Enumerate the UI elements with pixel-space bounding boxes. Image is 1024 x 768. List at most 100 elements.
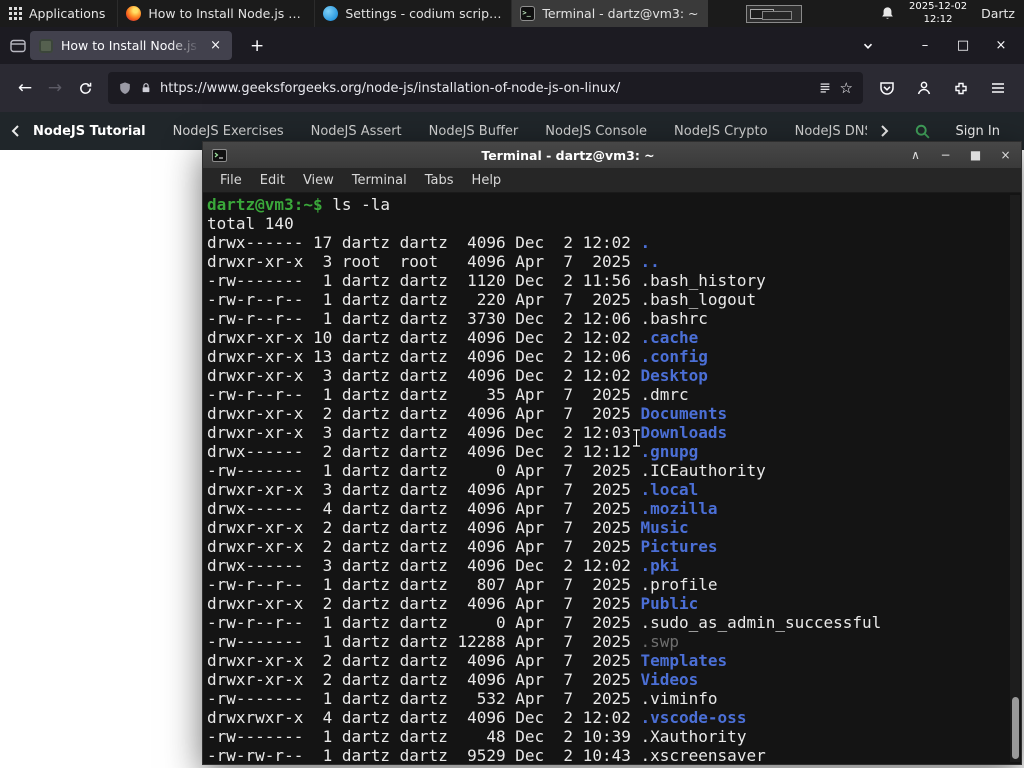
list-all-tabs-icon[interactable] [862, 40, 874, 52]
back-button[interactable]: ← [10, 78, 40, 98]
terminal-line: total 140 [207, 214, 294, 233]
panel-right: 2025-12-02 12:12 Dartz [880, 1, 1024, 26]
browser-maximize-button[interactable]: □ [956, 38, 970, 53]
gfg-nav-items: NodeJS Tutorial NodeJS Exercises NodeJS As… [33, 124, 867, 139]
tracking-shield-icon[interactable] [118, 81, 132, 96]
bookmark-star-icon[interactable]: ☆ [840, 79, 853, 97]
terminal-line: -rw------- 1 dartz dartz 0 Apr 7 2025 .I… [207, 461, 766, 480]
gfg-nav-item[interactable]: NodeJS Assert [311, 124, 402, 139]
menu-hamburger-icon[interactable] [990, 80, 1006, 96]
terminal-rollup-button[interactable]: ∧ [909, 148, 922, 162]
terminal-line: -rw-r--r-- 1 dartz dartz 807 Apr 7 2025 … [207, 575, 718, 594]
gfg-nav-item[interactable]: NodeJS Buffer [429, 124, 519, 139]
terminal-line: drwxr-xr-x 10 dartz dartz 4096 Dec 2 12:… [207, 328, 699, 347]
terminal-close-button[interactable]: × [999, 148, 1012, 162]
terminal-line: -rw------- 1 dartz dartz 1120 Dec 2 11:5… [207, 271, 766, 290]
terminal-menu-view[interactable]: View [294, 173, 343, 188]
clock-time: 12:12 [923, 13, 953, 25]
nav-scroll-left-icon[interactable] [10, 124, 21, 138]
terminal-menubar: File Edit View Terminal Tabs Help [203, 168, 1021, 193]
terminal-titlebar[interactable]: Terminal - dartz@vm3: ~ ∧ − ■ × [203, 142, 1021, 168]
browser-minimize-button[interactable]: – [918, 38, 932, 53]
taskbar-button-label: Terminal - dartz@vm3: ~ [542, 6, 699, 21]
reader-view-icon[interactable] [818, 81, 832, 95]
terminal-window: Terminal - dartz@vm3: ~ ∧ − ■ × File Edit… [202, 141, 1022, 765]
gfg-nav-item[interactable]: NodeJS Exercises [173, 124, 284, 139]
terminal-line: drwxr-xr-x 3 dartz dartz 4096 Apr 7 2025… [207, 480, 699, 499]
terminal-title-icon [212, 148, 227, 162]
terminal-line: drwxr-xr-x 3 root root 4096 Apr 7 2025 .… [207, 252, 660, 271]
terminal-line: drwx------ 3 dartz dartz 4096 Dec 2 12:0… [207, 556, 680, 575]
forward-button[interactable]: → [40, 78, 70, 98]
browser-close-button[interactable]: × [994, 38, 1008, 53]
nav-scroll-right-icon[interactable] [879, 124, 890, 138]
firefox-icon [126, 6, 142, 21]
gfg-nav-right: Sign In [879, 123, 1014, 140]
user-label: Dartz [981, 6, 1015, 21]
terminal-menu-terminal[interactable]: Terminal [343, 173, 416, 188]
taskbar-button[interactable]: Settings - codium script... [314, 0, 511, 27]
terminal-line: drwxr-xr-x 2 dartz dartz 4096 Apr 7 2025… [207, 518, 689, 537]
terminal-line: -rw-r--r-- 1 dartz dartz 35 Apr 7 2025 .… [207, 385, 689, 404]
applications-label: Applications [29, 6, 106, 21]
terminal-menu-help[interactable]: Help [463, 173, 511, 188]
tab-close-icon[interactable]: × [208, 38, 223, 53]
taskbar-button-label: Settings - codium script... [345, 6, 504, 21]
taskbar-button-label: How to Install Node.js o... [148, 6, 307, 21]
terminal-menu-edit[interactable]: Edit [251, 173, 294, 188]
search-icon[interactable] [914, 123, 931, 140]
terminal-line: -rw------- 1 dartz dartz 532 Apr 7 2025 … [207, 689, 718, 708]
terminal-line: -rw-r--r-- 1 dartz dartz 3730 Dec 2 12:0… [207, 309, 708, 328]
terminal-line: drwxr-xr-x 2 dartz dartz 4096 Apr 7 2025… [207, 537, 718, 556]
navigation-toolbar: ← → https://www.geeksforgeeks.org/node-j… [0, 64, 1024, 112]
notification-bell-icon[interactable] [880, 6, 895, 21]
terminal-icon [520, 6, 536, 21]
terminal-title: Terminal - dartz@vm3: ~ [481, 147, 655, 163]
pocket-icon[interactable] [879, 80, 895, 96]
pager-mini-window [762, 10, 793, 20]
mouse-ibeam-cursor [633, 428, 640, 448]
lock-icon[interactable] [140, 81, 152, 95]
workspace-pager[interactable] [746, 4, 803, 23]
terminal-maximize-button[interactable]: ■ [969, 148, 982, 162]
applications-menu-button[interactable]: Applications [0, 0, 117, 27]
firefox-view-icon[interactable] [10, 39, 26, 53]
taskbar-button[interactable]: How to Install Node.js o... [117, 0, 314, 27]
codium-icon [323, 6, 339, 21]
terminal-menu-tabs[interactable]: Tabs [416, 173, 463, 188]
browser-tab[interactable]: How to Install Node.js on... × [30, 31, 232, 60]
tab-bar: How to Install Node.js on... × + – □ × [0, 27, 1024, 64]
terminal-menu-file[interactable]: File [211, 173, 251, 188]
terminal-line: drwxr-xr-x 3 dartz dartz 4096 Dec 2 12:0… [207, 423, 728, 442]
taskbar-button[interactable]: Terminal - dartz@vm3: ~ [511, 0, 709, 27]
desktop: Applications How to Install Node.js o...… [0, 0, 1024, 768]
gfg-nav-item[interactable]: NodeJS DNS [795, 124, 868, 139]
account-icon[interactable] [916, 80, 932, 96]
terminal-line: drwxr-xr-x 13 dartz dartz 4096 Dec 2 12:… [207, 347, 708, 366]
gfg-nav-item[interactable]: NodeJS Tutorial [33, 124, 146, 139]
terminal-line: -rw-r--r-- 1 dartz dartz 220 Apr 7 2025 … [207, 290, 757, 309]
terminal-window-controls: ∧ − ■ × [909, 148, 1012, 162]
terminal-line: drwxr-xr-x 2 dartz dartz 4096 Apr 7 2025… [207, 404, 728, 423]
terminal-minimize-button[interactable]: − [939, 148, 952, 162]
extensions-puzzle-icon[interactable] [953, 80, 969, 96]
top-panel: Applications How to Install Node.js o...… [0, 0, 1024, 27]
terminal-scrollbar-thumb[interactable] [1012, 697, 1019, 759]
task-list: How to Install Node.js o... Settings - co… [117, 0, 709, 27]
terminal-output[interactable]: dartz@vm3:~$ ls -la total 140 drwx------ 1… [203, 193, 1021, 764]
reload-button[interactable] [70, 81, 100, 96]
terminal-line: drwxr-xr-x 2 dartz dartz 4096 Apr 7 2025… [207, 670, 699, 689]
toolbar-right-icons [871, 80, 1014, 96]
gfg-nav-item[interactable]: NodeJS Crypto [674, 124, 768, 139]
clock[interactable]: 2025-12-02 12:12 [909, 1, 967, 26]
sign-in-button[interactable]: Sign In [955, 124, 1000, 139]
new-tab-button[interactable]: + [244, 36, 270, 56]
terminal-line: -rw------- 1 dartz dartz 12288 Apr 7 202… [207, 632, 680, 651]
url-bar[interactable]: https://www.geeksforgeeks.org/node-js/in… [108, 72, 863, 104]
url-text[interactable]: https://www.geeksforgeeks.org/node-js/in… [160, 81, 810, 96]
terminal-lines: dartz@vm3:~$ ls -la total 140 drwx------ 1… [207, 195, 1021, 764]
tab-favicon [39, 38, 53, 53]
gfg-nav-item[interactable]: NodeJS Console [545, 124, 647, 139]
terminal-scrollbar[interactable] [1010, 195, 1020, 762]
clock-date: 2025-12-02 [908, 1, 968, 12]
